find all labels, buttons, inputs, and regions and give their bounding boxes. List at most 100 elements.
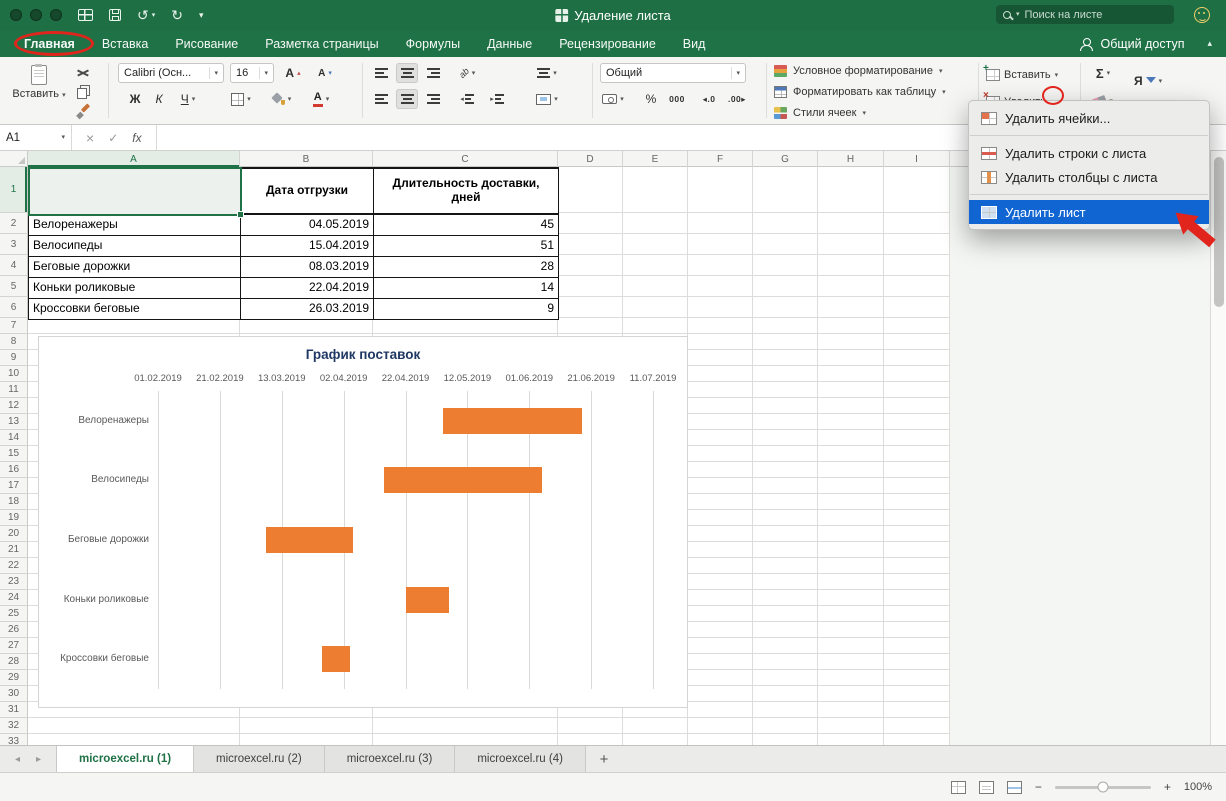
row-header-26[interactable]: 26 [0,622,28,638]
menu-item-0[interactable]: Удалить ячейки... [969,106,1209,130]
row-header-30[interactable]: 30 [0,686,28,702]
gantt-chart[interactable]: График поставок 01.02.201921.02.201913.0… [38,336,688,708]
row-header-23[interactable]: 23 [0,574,28,590]
wrap-text-button[interactable]: ▾ [536,63,558,83]
ribbon-tab-1[interactable]: Вставка [102,37,148,51]
format-painter-icon[interactable] [77,106,90,118]
table-cell-date[interactable]: 08.03.2019 [241,257,374,278]
close-button[interactable] [10,9,22,21]
increase-indent-button[interactable]: ▸ [486,89,508,109]
column-header-A[interactable]: A [28,151,240,167]
scrollbar-thumb[interactable] [1214,157,1224,307]
normal-view-icon[interactable] [951,781,966,794]
row-header-2[interactable]: 2 [0,213,28,234]
table-cell-name[interactable]: Велоренажеры [29,215,241,236]
zoom-in-button[interactable]: + [1164,780,1171,794]
active-cell-a1[interactable] [28,167,242,216]
fill-color-button[interactable]: ▾ [270,89,292,109]
orientation-button[interactable]: ab▾ [456,63,478,83]
search-input[interactable] [1025,9,1145,21]
column-header-I[interactable]: I [884,151,950,167]
minimize-button[interactable] [30,9,42,21]
row-header-29[interactable]: 29 [0,670,28,686]
page-break-view-icon[interactable] [1007,781,1022,794]
align-top-button[interactable] [370,63,392,83]
format-as-table-button[interactable]: Форматировать как таблицу▾ [774,83,946,101]
column-header-B[interactable]: B [240,151,373,167]
sort-filter-button[interactable]: Я▾ [1134,71,1162,91]
sheet-tab-2[interactable]: microexcel.ru (2) [194,746,325,772]
decrease-decimal-button[interactable]: .00▸ [726,89,748,109]
row-header-15[interactable]: 15 [0,446,28,462]
row-header-11[interactable]: 11 [0,382,28,398]
ribbon-tab-5[interactable]: Данные [487,37,532,51]
menu-item-1[interactable]: Удалить строки с листа [969,141,1209,165]
table-cell-date[interactable]: 04.05.2019 [241,215,374,236]
percent-style-button[interactable]: % [640,89,662,109]
table-cell-days[interactable]: 45 [374,215,559,236]
table-cell-date[interactable]: 26.03.2019 [241,299,374,320]
ribbon-tab-7[interactable]: Вид [683,37,706,51]
row-header-10[interactable]: 10 [0,366,28,382]
column-header-E[interactable]: E [623,151,688,167]
font-name-combo[interactable]: Calibri (Осн...▾ [118,63,224,83]
row-header-6[interactable]: 6 [0,297,28,318]
decrease-font-button[interactable]: A▾ [314,63,336,83]
increase-decimal-button[interactable]: ◂.0 [698,89,720,109]
ribbon-tab-3[interactable]: Разметка страницы [265,37,378,51]
feedback-smiley-icon[interactable] [1194,7,1210,23]
row-header-16[interactable]: 16 [0,462,28,478]
row-header-5[interactable]: 5 [0,276,28,297]
row-header-25[interactable]: 25 [0,606,28,622]
row-header-22[interactable]: 22 [0,558,28,574]
align-center-button[interactable] [396,89,418,109]
italic-button[interactable]: К [148,89,170,109]
row-header-31[interactable]: 31 [0,702,28,718]
row-header-12[interactable]: 12 [0,398,28,414]
table-cell-date[interactable]: 22.04.2019 [241,278,374,299]
table-cell-date[interactable]: 15.04.2019 [241,236,374,257]
table-cell-name[interactable]: Велосипеды [29,236,241,257]
row-header-7[interactable]: 7 [0,318,28,334]
sheet-cells[interactable]: Дата отгрузкиДлительность доставки, дней… [28,167,1210,745]
ribbon-tab-6[interactable]: Рецензирование [559,37,656,51]
row-header-8[interactable]: 8 [0,334,28,350]
select-all-corner[interactable] [0,151,28,167]
number-format-combo[interactable]: Общий▾ [600,63,746,83]
font-color-button[interactable]: А▾ [310,89,332,109]
table-cell-days[interactable]: 51 [374,236,559,257]
cut-icon[interactable] [76,67,90,78]
align-right-button[interactable] [422,89,444,109]
sheet-tab-1[interactable]: microexcel.ru (1) [56,746,194,772]
insert-function-button[interactable]: fx [132,131,141,145]
row-header-24[interactable]: 24 [0,590,28,606]
table-cell-days[interactable]: 14 [374,278,559,299]
empty-sheet-area[interactable] [950,167,1210,745]
row-header-1[interactable]: 1 [0,167,28,213]
table-cell-name[interactable]: Кроссовки беговые [29,299,241,320]
row-header-4[interactable]: 4 [0,255,28,276]
collapse-ribbon-icon[interactable]: ▴ [1207,38,1212,49]
font-size-combo[interactable]: 16▾ [230,63,274,83]
ribbon-tab-4[interactable]: Формулы [406,37,460,51]
sheet-tab-3[interactable]: microexcel.ru (3) [325,746,456,772]
borders-button[interactable]: ▾ [230,89,252,109]
table-cell-days[interactable]: 9 [374,299,559,320]
autosum-button[interactable]: Σ▾ [1092,63,1114,83]
name-box[interactable]: A1▾ [0,125,72,150]
zoom-level[interactable]: 100% [1184,781,1212,793]
zoom-slider-thumb[interactable] [1097,782,1108,793]
table-cell-b1[interactable]: Дата отгрузки [241,169,374,215]
row-header-28[interactable]: 28 [0,654,28,670]
ribbon-tab-2[interactable]: Рисование [175,37,238,51]
add-sheet-button[interactable]: + [586,746,622,772]
table-cell-c1[interactable]: Длительность доставки, дней [374,169,559,215]
align-bottom-button[interactable] [422,63,444,83]
column-header-H[interactable]: H [818,151,884,167]
insert-cells-button[interactable]: Вставить▾ [986,66,1058,84]
row-header-32[interactable]: 32 [0,718,28,734]
underline-button[interactable]: Ч▾ [172,89,204,109]
zoom-out-button[interactable]: − [1035,780,1042,794]
row-header-21[interactable]: 21 [0,542,28,558]
column-header-G[interactable]: G [753,151,818,167]
